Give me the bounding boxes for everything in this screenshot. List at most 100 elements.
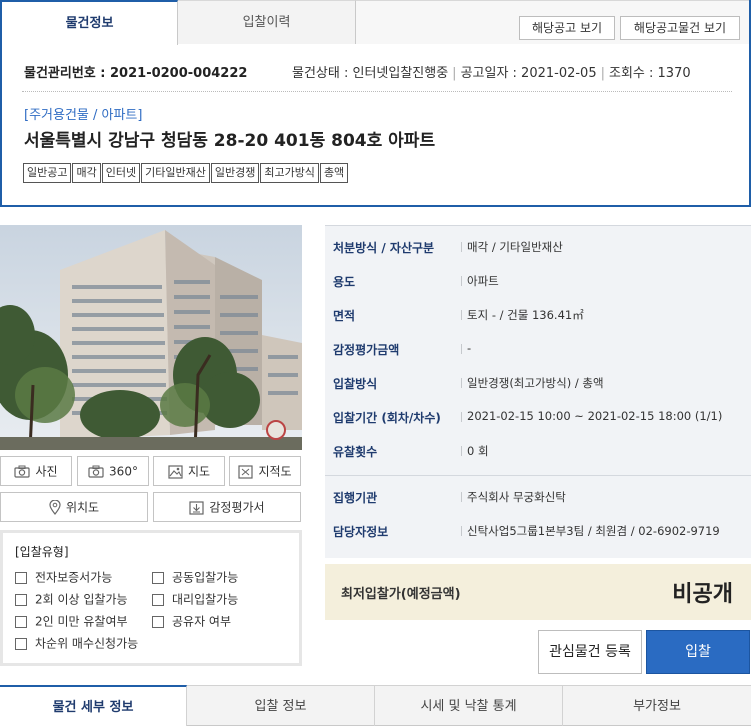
info-key: 입찰기간 (회차/차수) bbox=[333, 411, 441, 425]
appraisal-report-label: 감정평가서 bbox=[209, 500, 265, 515]
info-value: 매각 / 기타일반재산 bbox=[461, 240, 563, 254]
meta-separator: | bbox=[600, 66, 605, 81]
info-key: 처분방식 / 자산구분 bbox=[333, 241, 435, 255]
tag: 기타일반재산 bbox=[141, 163, 210, 183]
photo-button-label: 사진 bbox=[35, 464, 58, 479]
option-proxy-bid: 대리입찰가능 bbox=[152, 591, 238, 607]
tab-additional-info[interactable]: 부가정보 bbox=[563, 685, 751, 726]
tab-market-stats[interactable]: 시세 및 낙찰 통계 bbox=[375, 685, 563, 726]
tab-bid-history[interactable]: 입찰이력 bbox=[178, 0, 356, 44]
checkbox bbox=[152, 593, 164, 606]
checkbox bbox=[152, 571, 164, 584]
option-co-owner: 공유자 여부 bbox=[152, 613, 231, 629]
location-map-button[interactable]: 위치도 bbox=[0, 492, 148, 522]
camera-icon bbox=[14, 465, 31, 478]
bid-type-box: [입찰유형] 전자보증서가능 공동입찰가능 2회 이상 입찰가능 대리입찰가능 … bbox=[0, 530, 302, 666]
view-360-button[interactable]: 360° bbox=[77, 456, 149, 486]
option-next-rank-purchase: 차순위 매수신청가능 bbox=[15, 635, 138, 651]
property-photo[interactable] bbox=[0, 225, 302, 450]
view-notice-items-button[interactable]: 해당공고물건 보기 bbox=[620, 16, 740, 40]
option-electronic-guarantee: 전자보증서가능 bbox=[15, 569, 112, 585]
item-status: 물건상태 : 인터넷입찰진행중 bbox=[292, 66, 449, 81]
dotted-divider bbox=[22, 91, 732, 92]
bid-button[interactable]: 입찰 bbox=[646, 630, 750, 674]
image-map-icon bbox=[168, 464, 183, 479]
tag: 총액 bbox=[319, 163, 349, 183]
checkbox bbox=[15, 637, 27, 650]
tag-list: 일반공고 매각 인터넷 기타일반재산 일반경쟁 최고가방식 총액 bbox=[23, 163, 349, 183]
option-multiple-bids: 2회 이상 입찰가능 bbox=[15, 591, 128, 607]
info-key: 유찰횟수 bbox=[333, 445, 378, 459]
item-address: 서울특별시 강남구 청담동 28-20 401동 804호 아파트 bbox=[24, 131, 436, 151]
info-value: 주식회사 무궁화신탁 bbox=[461, 490, 566, 504]
item-info-panel: 물건정보 입찰이력 해당공고 보기 해당공고물건 보기 물건관리번호 : 202… bbox=[0, 0, 751, 207]
info-divider bbox=[325, 475, 751, 476]
meta-separator: | bbox=[452, 66, 457, 81]
info-key: 집행기관 bbox=[333, 491, 378, 505]
appraisal-report-button[interactable]: 감정평가서 bbox=[153, 492, 301, 522]
info-value: 토지 - / 건물 136.41㎡ bbox=[461, 308, 584, 322]
info-value: 신탁사업5그룹1본부3팀 / 최원겸 / 02-6902-9719 bbox=[461, 524, 720, 538]
info-row-usage: 용도 아파트 bbox=[325, 264, 751, 298]
camera-360-icon bbox=[88, 465, 104, 478]
location-map-label: 위치도 bbox=[65, 500, 100, 515]
management-number: 물건관리번호 : 2021-0200-004222 bbox=[24, 66, 248, 81]
info-row-appraisal: 감정평가금액 - bbox=[325, 332, 751, 366]
info-row-bid-method: 입찰방식 일반경쟁(최고가방식) / 총액 bbox=[325, 366, 751, 400]
tag: 인터넷 bbox=[101, 163, 141, 183]
cadastral-map-button[interactable]: 지적도 bbox=[229, 456, 301, 486]
info-key: 입찰방식 bbox=[333, 377, 378, 391]
bid-type-title: [입찰유형] bbox=[15, 545, 69, 559]
checkbox bbox=[15, 571, 27, 584]
info-key: 감정평가금액 bbox=[333, 343, 400, 357]
item-detail-table: 처분방식 / 자산구분 매각 / 기타일반재산 용도 아파트 면적 토지 - / 건물… bbox=[325, 225, 751, 558]
info-value: 0 회 bbox=[461, 444, 489, 458]
expand-icon bbox=[238, 464, 254, 479]
info-value: 아파트 bbox=[461, 274, 499, 288]
map-button-label: 지도 bbox=[187, 464, 211, 479]
checkbox bbox=[152, 615, 164, 628]
info-row-agency: 집행기관 주식회사 무궁화신탁 bbox=[325, 480, 751, 514]
photo-button[interactable]: 사진 bbox=[0, 456, 72, 486]
location-pin-icon bbox=[49, 500, 61, 515]
info-row-contact: 담당자정보 신탁사업5그룹1본부3팀 / 최원겸 / 02-6902-9719 bbox=[325, 514, 751, 548]
add-favorite-button[interactable]: 관심물건 등록 bbox=[538, 630, 642, 674]
info-row-disposal: 처분방식 / 자산구분 매각 / 기타일반재산 bbox=[325, 230, 751, 264]
view-count: 조회수 : 1370 bbox=[609, 66, 691, 81]
option-fail-under-two: 2인 미만 유찰여부 bbox=[15, 613, 128, 629]
minimum-bid-box: 최저입찰가(예정금액) 비공개 bbox=[325, 564, 751, 620]
view-notice-button[interactable]: 해당공고 보기 bbox=[519, 16, 615, 40]
minimum-bid-value: 비공개 bbox=[672, 582, 733, 607]
cadastral-map-label: 지적도 bbox=[258, 464, 292, 479]
tab-bid-info[interactable]: 입찰 정보 bbox=[187, 685, 375, 726]
info-value: 2021-02-15 10:00 ~ 2021-02-15 18:00 (1/1… bbox=[460, 409, 723, 423]
tab-item-info[interactable]: 물건정보 bbox=[2, 0, 178, 45]
option-label: 공동입찰가능 bbox=[172, 570, 239, 585]
tag: 일반경쟁 bbox=[210, 163, 260, 183]
info-row-bid-period: 입찰기간 (회차/차수) 2021-02-15 10:00 ~ 2021-02-1… bbox=[325, 400, 751, 434]
info-key: 용도 bbox=[333, 275, 356, 289]
map-button[interactable]: 지도 bbox=[153, 456, 225, 486]
apartment-photo-illustration bbox=[0, 225, 302, 450]
checkbox bbox=[15, 615, 27, 628]
tab-item-details[interactable]: 물건 세부 정보 bbox=[0, 685, 187, 726]
option-label: 2인 미만 유찰여부 bbox=[35, 614, 128, 629]
info-value: - bbox=[460, 341, 472, 355]
tag: 매각 bbox=[72, 163, 101, 183]
notice-date: 공고일자 : 2021-02-05 bbox=[460, 66, 597, 81]
tag: 최고가방식 bbox=[260, 163, 319, 183]
meta-status-group: 물건상태 : 인터넷입찰진행중 | 공고일자 : 2021-02-05 | 조회수 : … bbox=[292, 62, 691, 81]
info-row-area: 면적 토지 - / 건물 136.41㎡ bbox=[325, 298, 751, 332]
option-label: 2회 이상 입찰가능 bbox=[35, 592, 128, 607]
download-icon bbox=[189, 500, 204, 515]
detail-tabbar: 물건 세부 정보 입찰 정보 시세 및 낙찰 통계 부가정보 bbox=[0, 685, 751, 726]
minimum-bid-label: 최저입찰가(예정금액) bbox=[341, 587, 461, 602]
item-category: [주거용건물 / 아파트] bbox=[24, 108, 143, 123]
option-joint-bid: 공동입찰가능 bbox=[152, 569, 238, 585]
option-label: 대리입찰가능 bbox=[172, 592, 239, 607]
info-row-fail-count: 유찰횟수 0 회 bbox=[325, 434, 751, 468]
tag: 일반공고 bbox=[23, 163, 72, 183]
view-360-label: 360° bbox=[109, 464, 138, 479]
info-key: 담당자정보 bbox=[333, 525, 389, 539]
option-label: 공유자 여부 bbox=[172, 614, 232, 629]
